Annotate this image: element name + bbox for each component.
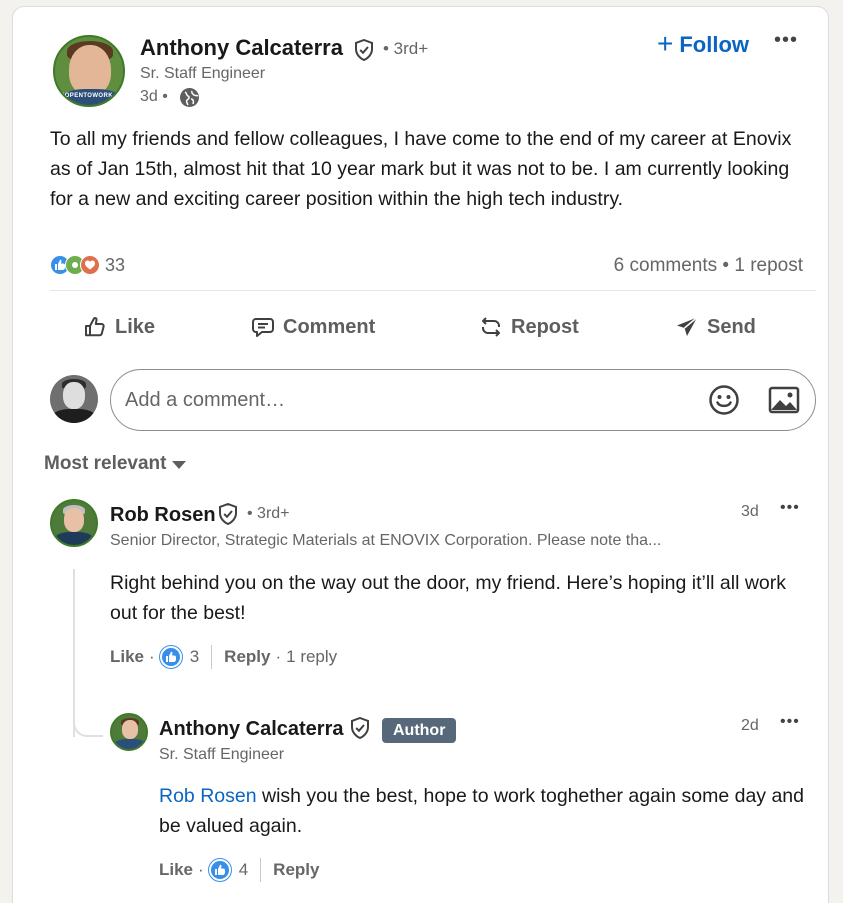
comment-like-button[interactable]: Like (110, 647, 144, 667)
reply-author-headline: Sr. Staff Engineer (159, 746, 285, 763)
comments-reposts-count[interactable]: 6 comments • 1 repost (614, 255, 803, 277)
reply-count[interactable]: 1 reply (286, 647, 337, 667)
mention-link[interactable]: Rob Rosen (159, 785, 257, 807)
image-icon[interactable] (768, 386, 800, 414)
more-horizontal-icon[interactable]: ••• (780, 499, 800, 517)
follow-button[interactable]: + Follow (653, 29, 753, 61)
post-body: To all my friends and fellow colleagues,… (50, 128, 792, 210)
divider (50, 290, 816, 291)
reply-reply-button[interactable]: Reply (273, 860, 319, 880)
reply-like-button[interactable]: Like (159, 860, 193, 880)
like-label: Like (115, 315, 156, 338)
like-reaction-icon (208, 859, 231, 881)
reaction-count: 33 (105, 254, 126, 275)
verified-shield-icon (219, 503, 237, 525)
comment-text: Right behind you on the way out the door… (110, 572, 787, 624)
current-user-avatar (50, 375, 98, 423)
post-timestamp: 3d • (140, 88, 168, 105)
reply-author-name[interactable]: Anthony Calcaterra (159, 718, 344, 741)
author-badge: Author (382, 718, 457, 743)
commenter-name[interactable]: Rob Rosen (110, 504, 216, 527)
send-icon (677, 316, 698, 336)
comment-actions: Like · 3 Reply · 1 reply (110, 645, 337, 669)
verified-shield-icon (355, 39, 373, 61)
reply-timestamp: 2d (741, 717, 759, 734)
repost-button[interactable]: Repost (479, 310, 579, 344)
connection-degree: • 3rd+ (247, 505, 290, 522)
comment-reply-button[interactable]: Reply (224, 647, 270, 667)
comment-bubble-icon (252, 318, 274, 337)
sort-label: Most relevant (44, 453, 167, 474)
commenter-headline: Senior Director, Strategic Materials at … (110, 532, 662, 549)
reply-body: wish you the best, hope to work toghethe… (159, 785, 804, 837)
globe-icon (180, 88, 199, 107)
love-reaction-icon (80, 255, 100, 275)
repost-icon (482, 317, 500, 337)
author-name[interactable]: Anthony Calcaterra (140, 35, 343, 61)
comment-composer[interactable] (110, 369, 816, 431)
author-avatar[interactable]: #OPENTOWORK (53, 35, 125, 107)
comment-timestamp: 3d (741, 503, 759, 520)
verified-shield-icon (351, 717, 369, 739)
comment-label: Comment (283, 315, 376, 338)
reply-text: Rob Rosen wish you the best, hope to wor… (159, 781, 819, 841)
like-button[interactable]: Like (83, 310, 155, 344)
thread-connector (73, 707, 103, 737)
more-horizontal-icon[interactable]: ••• (774, 29, 798, 52)
sort-dropdown[interactable]: Most relevant (44, 453, 187, 475)
comment-input[interactable] (125, 385, 685, 415)
commenter-avatar[interactable] (50, 499, 98, 547)
connection-degree: • 3rd+ (383, 39, 429, 58)
comment-button[interactable]: Comment (251, 310, 375, 344)
like-thumb-icon (85, 317, 105, 337)
reply-author-avatar[interactable] (110, 713, 148, 751)
reply-actions: Like · 4 Reply (159, 858, 319, 882)
follow-label: Follow (679, 32, 750, 57)
repost-label: Repost (511, 315, 579, 338)
opentowork-badge: #OPENTOWORK (61, 93, 113, 99)
emoji-icon[interactable] (708, 384, 740, 416)
more-horizontal-icon[interactable]: ••• (780, 713, 800, 731)
caret-down-icon (172, 461, 187, 469)
send-label: Send (707, 315, 756, 338)
like-reaction-icon (159, 646, 182, 668)
comment-like-count[interactable]: 3 (190, 647, 199, 667)
post-card: #OPENTOWORK Anthony Calcaterra • 3rd+ Sr… (12, 6, 829, 903)
plus-icon: + (657, 27, 674, 59)
reactions-summary[interactable]: 33 (50, 254, 125, 276)
send-button[interactable]: Send (675, 310, 756, 344)
reply-like-count[interactable]: 4 (239, 860, 248, 880)
author-headline: Sr. Staff Engineer (140, 65, 266, 82)
